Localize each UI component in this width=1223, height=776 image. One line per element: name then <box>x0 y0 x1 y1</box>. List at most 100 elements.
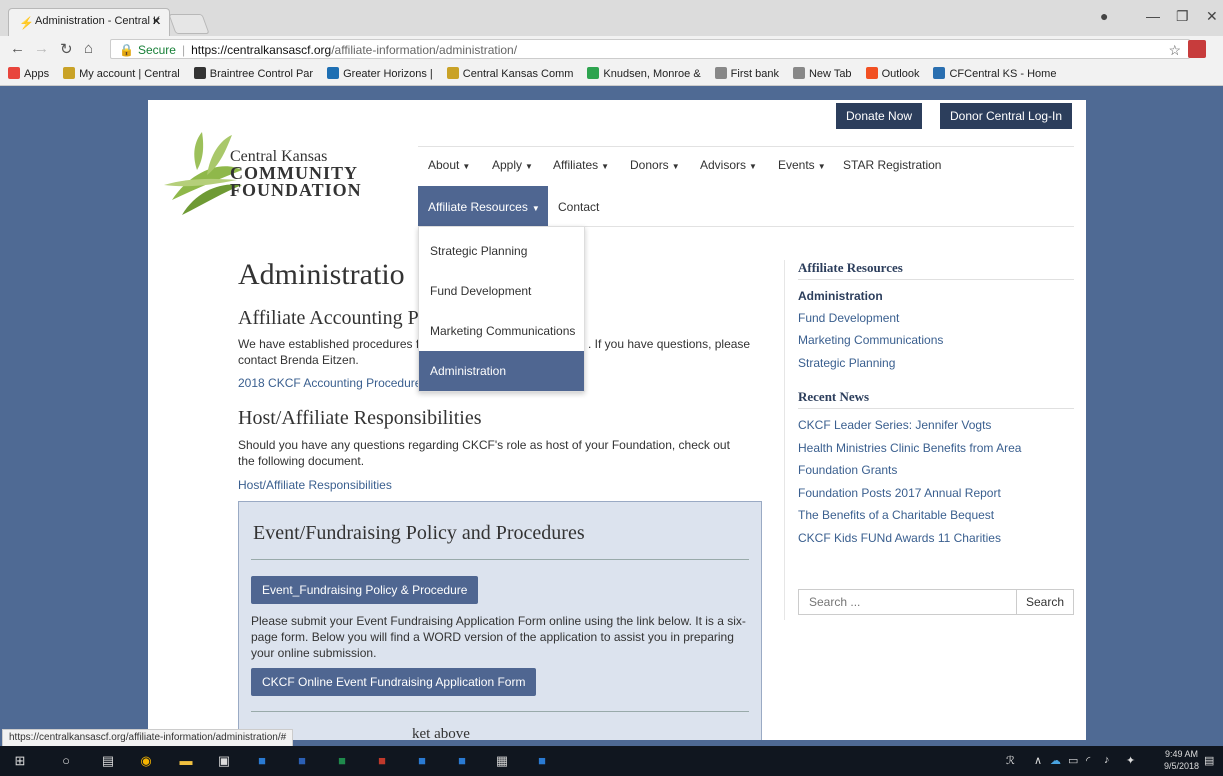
url-host: https://centralkansascf.org <box>191 43 332 57</box>
dropdown-item-fund-development[interactable]: Fund Development <box>419 271 584 311</box>
reload-icon[interactable]: ↻ <box>60 40 73 58</box>
nav-advisors[interactable]: Advisors ▼ <box>700 158 757 172</box>
event-policy-button[interactable]: Event_Fundraising Policy & Procedure <box>251 576 479 604</box>
bookmark-favicon-icon <box>327 67 340 79</box>
sidebar-item-fund-development[interactable]: Fund Development <box>798 311 899 325</box>
bookmark-item[interactable]: My account | Central <box>63 67 180 80</box>
clock[interactable]: 9:49 AM 9/5/2018 <box>1164 748 1199 772</box>
bookmark-label: CFCentral KS - Home <box>949 68 1057 80</box>
onedrive-icon[interactable]: ☁ <box>1050 754 1061 767</box>
news-item[interactable]: CKCF Kids FUNd Awards 11 Charities <box>798 531 1001 545</box>
bookmark-favicon-icon <box>63 67 76 79</box>
profile-icon[interactable]: ● <box>1100 8 1108 24</box>
sidebar-item-strategic-planning[interactable]: Strategic Planning <box>798 356 895 370</box>
url-input[interactable]: 🔒 Secure | https://centralkansascf.org/affi… <box>110 39 1190 59</box>
home-icon[interactable]: ⌂ <box>84 40 93 57</box>
bookmark-label: My account | Central <box>79 68 180 80</box>
wifi-icon[interactable]: ◜ <box>1086 754 1090 767</box>
accounting-text-b: . If you have questions, please <box>588 337 751 351</box>
event-divider <box>251 559 749 560</box>
browser-tab[interactable]: ⚡ Administration - Central K ✕ <box>8 8 170 36</box>
tray-overflow-icon[interactable]: ∧ <box>1034 754 1042 767</box>
host-responsibilities-link[interactable]: Host/Affiliate Responsibilities <box>238 478 392 492</box>
donate-now-button[interactable]: Donate Now <box>836 103 923 129</box>
access-icon[interactable]: ■ <box>372 751 392 771</box>
chevron-down-icon: ▼ <box>531 204 540 213</box>
bookmark-favicon-icon <box>933 67 946 79</box>
bookmark-item[interactable]: First bank <box>714 67 779 80</box>
battery-icon[interactable]: ▭ <box>1068 754 1078 767</box>
accounting-procedures-link[interactable]: 2018 CKCF Accounting Procedures <box>238 376 427 390</box>
sidebar-divider <box>784 260 785 620</box>
news-item[interactable]: Health Ministries Clinic Benefits from A… <box>798 441 1021 455</box>
favicon-icon: ⚡ <box>19 16 34 30</box>
bookmark-item[interactable]: Knudsen, Monroe & <box>587 67 701 80</box>
news-item[interactable]: Foundation Grants <box>798 463 897 477</box>
app-icon-2[interactable]: ■ <box>452 751 472 771</box>
logo-text[interactable]: Central Kansas Community Foundation <box>230 148 362 199</box>
taskbar: ⊞ ○ ▤ ◉ ▬ ▣ ■ ■ ■ ■ ■ ■ ▦ ■ ℛ ∧ ☁ ▭ ◜ ♪ … <box>0 746 1223 776</box>
maximize-icon[interactable]: ❐ <box>1176 8 1189 25</box>
minimize-icon[interactable]: — <box>1146 8 1160 24</box>
bookmark-item[interactable]: Apps <box>8 67 49 80</box>
notifications-icon[interactable]: ▤ <box>1204 754 1214 767</box>
tab-close-icon[interactable]: ✕ <box>152 15 161 28</box>
cortana-icon[interactable]: ○ <box>56 751 76 771</box>
chrome-icon[interactable]: ◉ <box>136 751 156 771</box>
store-icon[interactable]: ▣ <box>214 751 234 771</box>
nav-affiliate-resources[interactable]: Affiliate Resources ▼ <box>418 186 548 226</box>
online-application-button[interactable]: CKCF Online Event Fundraising Applicatio… <box>251 668 537 696</box>
bookmark-item[interactable]: Central Kansas Comm <box>446 67 573 80</box>
forward-icon[interactable]: → <box>34 40 49 57</box>
chevron-down-icon: ▼ <box>462 162 471 171</box>
news-item[interactable]: Foundation Posts 2017 Annual Report <box>798 486 1001 500</box>
tab-bar: ⚡ Administration - Central K ✕ ● — ❐ ✕ <box>0 0 1223 36</box>
outlook-icon-2[interactable]: ■ <box>532 751 552 771</box>
nav-affiliates[interactable]: Affiliates ▼ <box>553 158 609 172</box>
news-item[interactable]: CKCF Leader Series: Jennifer Vogts <box>798 418 991 432</box>
bookmark-item[interactable]: Braintree Control Par <box>193 67 313 80</box>
dropdown-item-strategic-planning[interactable]: Strategic Planning <box>419 231 584 271</box>
windows-start-icon[interactable]: ⊞ <box>10 751 30 771</box>
nav-about[interactable]: About ▼ <box>428 158 470 172</box>
back-icon[interactable]: ← <box>10 40 25 57</box>
search-form: Search <box>798 589 1074 615</box>
dropbox-icon[interactable]: ✦ <box>1126 754 1135 767</box>
word-icon[interactable]: ■ <box>292 751 312 771</box>
search-button[interactable]: Search <box>1016 590 1073 614</box>
nav-contact[interactable]: Contact <box>558 200 599 214</box>
dropdown-item-administration[interactable]: Administration <box>419 351 584 391</box>
app-icon[interactable]: ■ <box>412 751 432 771</box>
bookmark-item[interactable]: CFCentral KS - Home <box>933 67 1056 80</box>
event-text: Please submit your Event Fundraising App… <box>251 614 746 660</box>
volume-icon[interactable]: ♪ <box>1104 754 1110 766</box>
bookmark-star-icon[interactable]: ☆ <box>1168 42 1181 59</box>
nav-star-registration[interactable]: STAR Registration <box>843 158 941 172</box>
close-window-icon[interactable]: ✕ <box>1206 8 1218 25</box>
extension-icon[interactable] <box>1188 40 1206 58</box>
bookmark-favicon-icon <box>193 67 206 79</box>
nav-events[interactable]: Events ▼ <box>778 158 826 172</box>
people-icon[interactable]: ℛ <box>1006 754 1015 767</box>
bookmark-item[interactable]: Outlook <box>865 67 919 80</box>
logo-line3: Foundation <box>230 180 362 200</box>
bookmark-item[interactable]: New Tab <box>792 67 852 80</box>
calculator-icon[interactable]: ▦ <box>492 751 512 771</box>
donor-login-button[interactable]: Donor Central Log-In <box>940 103 1073 129</box>
sidebar-resources-heading: Affiliate Resources <box>798 260 903 275</box>
excel-icon[interactable]: ■ <box>332 751 352 771</box>
search-input[interactable] <box>799 590 1017 614</box>
nav-apply[interactable]: Apply ▼ <box>492 158 533 172</box>
task-view-icon[interactable]: ▤ <box>98 751 118 771</box>
sidebar-item-administration[interactable]: Administration <box>798 289 883 303</box>
news-item[interactable]: The Benefits of a Charitable Bequest <box>798 508 994 522</box>
new-tab-button[interactable] <box>168 14 210 34</box>
sidebar-item-marketing-communications[interactable]: Marketing Communications <box>798 333 943 347</box>
dropdown-item-marketing-communications[interactable]: Marketing Communications <box>419 311 584 351</box>
nav-donors[interactable]: Donors ▼ <box>630 158 680 172</box>
outlook-icon[interactable]: ■ <box>252 751 272 771</box>
bookmark-label: Knudsen, Monroe & <box>603 68 701 80</box>
bookmark-item[interactable]: Greater Horizons | <box>327 67 433 80</box>
event-divider-2 <box>251 711 749 712</box>
file-explorer-icon[interactable]: ▬ <box>176 751 196 771</box>
